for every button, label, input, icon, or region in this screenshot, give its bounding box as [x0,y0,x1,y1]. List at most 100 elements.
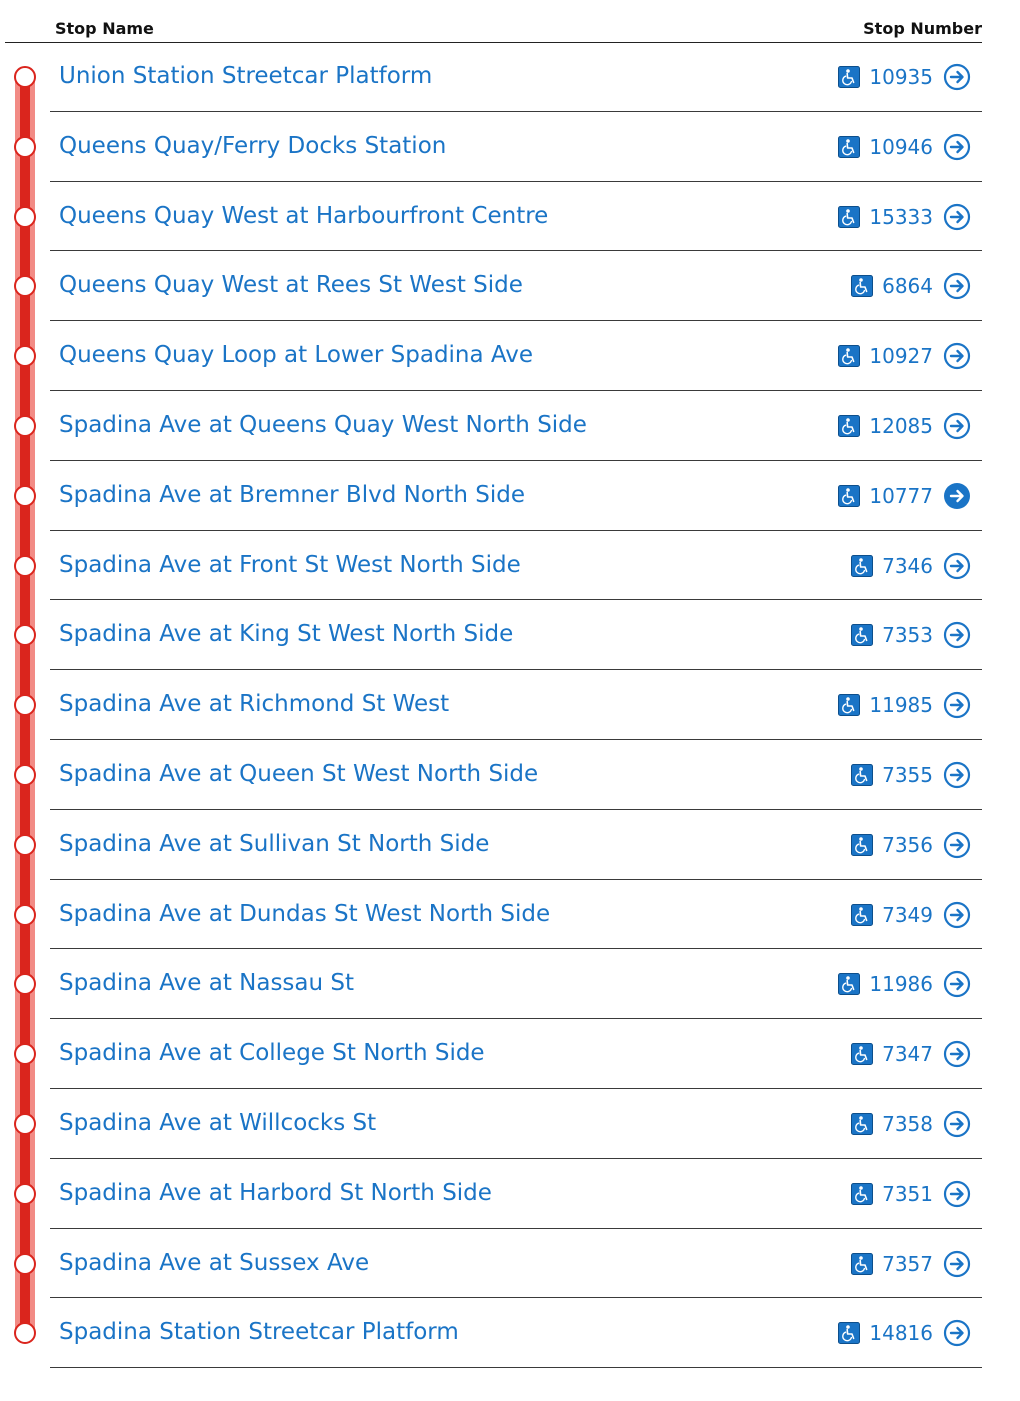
wheelchair-accessible-icon [851,903,874,926]
column-header-stop-name: Stop Name [55,19,154,38]
arrow-right-circle-icon[interactable] [943,412,971,440]
wheelchair-accessible-icon [851,1252,874,1275]
stop-name-link[interactable]: Queens Quay/Ferry Docks Station [59,133,446,159]
arrow-right-circle-icon[interactable] [943,1110,971,1138]
stop-number-group: 10935 [838,63,971,91]
arrow-right-circle-icon[interactable] [943,761,971,789]
stop-name-link[interactable]: Spadina Ave at King St West North Side [59,621,513,647]
stop-row: Queens Quay/Ferry Docks Station 10946 [0,112,1020,182]
wheelchair-accessible-icon [838,1322,861,1345]
wheelchair-accessible-icon [838,973,861,996]
stop-marker [14,1112,36,1135]
stop-number: 12085 [869,413,933,438]
stop-marker [14,345,36,368]
stop-marker [14,205,36,228]
stop-row: Spadina Ave at College St North Side 7347 [0,1019,1020,1089]
stop-number: 7349 [882,902,933,927]
stop-number-group: 15333 [838,203,971,231]
wheelchair-accessible-icon [838,345,861,368]
stop-marker [14,694,36,717]
stop-row: Spadina Ave at Queen St West North Side 7… [0,740,1020,810]
stop-row: Spadina Ave at Front St West North Side 7… [0,531,1020,601]
arrow-right-circle-icon[interactable] [943,970,971,998]
wheelchair-accessible-icon [838,66,861,88]
wheelchair-accessible-icon [851,624,874,647]
arrow-right-circle-icon[interactable] [943,831,971,859]
stop-name-link[interactable]: Spadina Station Streetcar Platform [59,1319,459,1345]
stop-name-link[interactable]: Spadina Ave at Queen St West North Side [59,761,538,787]
stop-number-group: 7349 [851,901,971,929]
stop-name-link[interactable]: Spadina Ave at Sullivan St North Side [59,831,489,857]
wheelchair-accessible-icon [851,763,874,786]
stop-number: 7358 [882,1111,933,1136]
wheelchair-accessible-icon [851,833,874,856]
stop-marker [14,833,36,856]
stop-row: Spadina Ave at King St West North Side 73… [0,600,1020,671]
arrow-right-circle-icon[interactable] [943,901,971,929]
stop-number-group: 11985 [838,691,971,719]
stop-number: 7351 [882,1181,933,1206]
stop-number: 10777 [869,483,933,508]
arrow-right-circle-icon[interactable] [943,203,971,231]
stop-row: Spadina Ave at Richmond St West 11985 [0,670,1020,740]
wheelchair-accessible-icon [851,275,874,298]
stop-number-group: 12085 [838,412,971,440]
wheelchair-accessible-icon [851,1043,874,1066]
stop-name-link[interactable]: Queens Quay West at Rees St West Side [59,272,523,298]
stop-name-link[interactable]: Spadina Ave at Front St West North Side [59,552,521,578]
stop-number: 11986 [869,972,933,997]
arrow-right-circle-icon[interactable] [943,342,971,370]
arrow-right-circle-icon[interactable] [943,552,971,580]
wheelchair-accessible-icon [838,484,861,507]
wheelchair-accessible-icon [838,135,861,158]
stop-number-group: 7357 [851,1250,971,1278]
stop-name-link[interactable]: Spadina Ave at Nassau St [59,970,354,996]
arrow-right-circle-icon[interactable] [943,691,971,719]
stop-number-group: 14816 [838,1319,971,1347]
stop-row: Spadina Station Streetcar Platform 14816 [0,1298,1020,1369]
stop-name-link[interactable]: Spadina Ave at Richmond St West [59,691,449,717]
stop-name-link[interactable]: Queens Quay West at Harbourfront Centre [59,203,548,229]
stop-row: Spadina Ave at Sullivan St North Side 735… [0,810,1020,880]
arrow-right-circle-icon[interactable] [943,63,971,91]
stop-row: Queens Quay Loop at Lower Spadina Ave 109… [0,321,1020,391]
stop-name-link[interactable]: Spadina Ave at Queens Quay West North Si… [59,412,587,438]
stop-name-link[interactable]: Spadina Ave at Dundas St West North Side [59,901,550,927]
arrow-right-circle-icon[interactable] [943,1180,971,1208]
wheelchair-accessible-icon [838,205,861,228]
arrow-right-circle-icon[interactable] [943,133,971,161]
stop-name-link[interactable]: Spadina Ave at Bremner Blvd North Side [59,482,525,508]
stop-name-link[interactable]: Union Station Streetcar Platform [59,63,432,89]
arrow-right-circle-icon[interactable] [943,621,971,649]
stop-number-group: 10927 [838,342,971,370]
stop-row: Spadina Ave at Dundas St West North Side… [0,880,1020,950]
stop-marker [14,554,36,577]
stop-name-link[interactable]: Spadina Ave at Sussex Ave [59,1250,369,1276]
stop-name-link[interactable]: Queens Quay Loop at Lower Spadina Ave [59,342,533,368]
stop-row: Union Station Streetcar Platform 10935 [0,42,1020,112]
stop-number-group: 7353 [851,621,971,649]
stop-number: 7355 [882,762,933,787]
stop-marker [14,1182,36,1205]
stop-number: 14816 [869,1321,933,1346]
stop-marker [14,973,36,996]
stop-marker [14,66,36,88]
arrow-right-circle-icon[interactable] [943,1040,971,1068]
arrow-right-circle-icon[interactable] [943,1319,971,1347]
stop-marker [14,1043,36,1066]
arrow-right-circle-icon[interactable] [943,272,971,300]
stop-list: Union Station Streetcar Platform 10935 Que… [0,42,1020,1369]
stop-number-group: 7351 [851,1180,971,1208]
stop-name-link[interactable]: Spadina Ave at College St North Side [59,1040,485,1066]
row-divider [50,1367,982,1369]
stop-number: 11985 [869,693,933,718]
stop-number: 7346 [882,553,933,578]
arrow-right-circle-icon[interactable] [943,1250,971,1278]
stop-row: Spadina Ave at Nassau St 11986 [0,949,1020,1020]
stop-name-link[interactable]: Spadina Ave at Harbord St North Side [59,1180,492,1206]
arrow-right-circle-icon[interactable] [943,482,971,510]
stop-marker [14,1322,36,1345]
stop-row: Spadina Ave at Queens Quay West North Si… [0,391,1020,461]
stop-number: 7347 [882,1042,933,1067]
stop-name-link[interactable]: Spadina Ave at Willcocks St [59,1110,376,1136]
